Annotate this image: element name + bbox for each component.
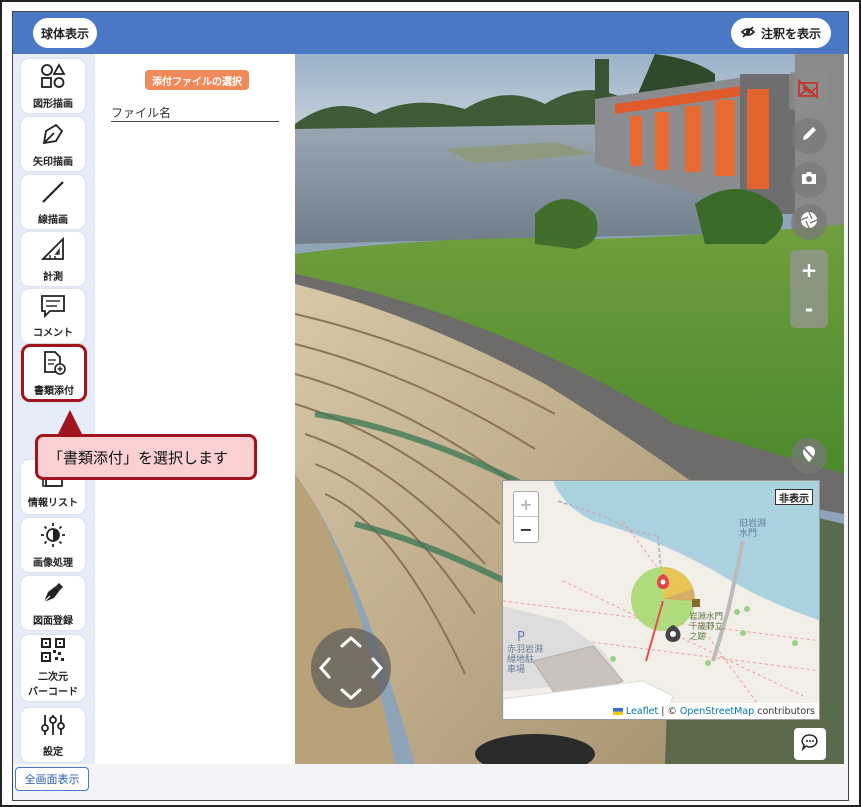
instruction-callout: 「書類添付」を選択します <box>35 434 257 480</box>
qr-code-icon <box>41 638 65 668</box>
viewer-zoom-control: + - <box>790 250 828 328</box>
parking-label: 赤羽岩淵 緑地駐 車場 <box>507 645 544 675</box>
edit-button[interactable] <box>791 118 827 154</box>
top-bar: 球体表示 注釈を表示 <box>13 12 848 54</box>
tool-label: 計測 <box>43 271 63 283</box>
select-attachment-button[interactable]: 添付ファイルの選択 <box>145 70 249 90</box>
tool-line-draw[interactable]: 線描画 <box>21 175 85 229</box>
show-annotations-label: 注釈を表示 <box>760 26 821 41</box>
aperture-icon <box>800 211 818 233</box>
tool-label: 線描画 <box>38 214 68 226</box>
tool-label: 図形描画 <box>33 98 73 110</box>
tool-drawing-register[interactable]: 図面登録 <box>21 576 85 630</box>
ukraine-flag-icon <box>612 707 623 715</box>
comment-icon <box>40 294 66 324</box>
chat-bubble-icon <box>801 733 819 755</box>
tool-label: 画像処理 <box>33 557 73 569</box>
minimap-hide-button[interactable]: 非表示 <box>775 489 813 505</box>
tool-measure[interactable]: 計測 <box>21 232 85 286</box>
aperture-button[interactable] <box>791 204 827 240</box>
tool-label-line1: 二次元 <box>38 672 68 683</box>
no-image-toggle[interactable] <box>789 72 827 110</box>
leaflet-link[interactable]: Leaflet <box>626 706 658 717</box>
fullscreen-button[interactable]: 全画面表示 <box>15 767 89 791</box>
mini-map[interactable]: + − 非表示 P 赤羽岩淵 緑地駐 車場 旧岩淵 水門 岩淵水門 千歳野立 之… <box>502 480 820 720</box>
app-container: 球体表示 注釈を表示 図形描画 矢印描画 線描画 計測 コメント 書類添付 情報… <box>12 11 849 801</box>
eye-slash-icon <box>740 25 756 41</box>
arrow-draw-icon <box>40 121 66 153</box>
parking-marker: P <box>517 630 525 645</box>
pen-nib-icon <box>40 580 66 612</box>
attribution-separator: | © <box>661 705 677 717</box>
tool-shape-draw[interactable]: 図形描画 <box>21 59 85 113</box>
bottom-bar: 全画面表示 <box>13 764 848 800</box>
tool-qr-code[interactable]: 二次元 バーコード <box>21 635 85 701</box>
ruler-icon <box>40 236 66 268</box>
map-pin-off-icon <box>801 445 817 467</box>
tool-label-line2: バーコード <box>28 687 78 698</box>
tool-label: 書類添付 <box>34 385 74 397</box>
show-annotations-button[interactable]: 注釈を表示 <box>731 18 831 48</box>
camera-button[interactable] <box>791 162 827 198</box>
canal-label: 旧岩淵 水門 <box>739 519 767 539</box>
minimap-zoom-out-button[interactable]: − <box>514 517 538 542</box>
brightness-icon <box>40 522 66 554</box>
instruction-text: 「書類添付」を選択します <box>48 448 229 467</box>
navigation-pad[interactable] <box>311 628 391 708</box>
tool-settings[interactable]: 設定 <box>21 708 85 762</box>
camera-icon <box>800 170 818 190</box>
file-name-field: ファイル名 <box>111 104 279 122</box>
pencil-icon <box>800 125 818 147</box>
viewer-zoom-in-button[interactable]: + <box>790 250 828 289</box>
attribution-contributors: contributors <box>757 705 815 717</box>
tool-label: 情報リスト <box>28 497 78 509</box>
tool-image-processing[interactable]: 画像処理 <box>21 518 85 572</box>
direction-arrows-icon <box>318 635 384 701</box>
shapes-icon <box>40 62 66 95</box>
viewer-zoom-out-button[interactable]: - <box>790 289 828 328</box>
document-attach-icon <box>41 350 67 382</box>
callout-pointer <box>57 410 83 436</box>
map-tiles <box>503 481 819 719</box>
tool-label: コメント <box>33 327 73 339</box>
tool-comment[interactable]: コメント <box>21 289 85 343</box>
tool-label: 図面登録 <box>33 615 73 627</box>
tool-arrow-draw[interactable]: 矢印描画 <box>21 117 85 171</box>
tool-label: 矢印描画 <box>33 156 73 168</box>
left-toolbar: 図形描画 矢印描画 線描画 計測 コメント 書類添付 情報リスト 画像処理 図面… <box>13 54 95 764</box>
minimap-zoom-control: + − <box>513 491 539 543</box>
comment-bubble-button[interactable] <box>794 728 826 760</box>
tool-label: 設定 <box>43 746 63 758</box>
attachment-panel: 添付ファイルの選択 ファイル名 <box>95 54 295 764</box>
window-frame: 球体表示 注釈を表示 図形描画 矢印描画 線描画 計測 コメント 書類添付 情報… <box>0 0 861 807</box>
location-off-button[interactable] <box>791 438 827 474</box>
line-draw-icon <box>40 179 66 211</box>
poi-label: 岩淵水門 千歳野立 之跡 <box>689 612 724 642</box>
osm-link[interactable]: OpenStreetMap <box>680 706 754 717</box>
image-off-icon <box>796 78 820 104</box>
map-attribution: Leaflet | © OpenStreetMap contributors <box>608 703 819 719</box>
tool-document-attach[interactable]: 書類添付 <box>21 344 87 402</box>
minimap-zoom-in-button[interactable]: + <box>514 492 538 517</box>
sphere-view-button[interactable]: 球体表示 <box>33 18 97 48</box>
settings-sliders-icon <box>40 713 66 743</box>
panorama-viewer[interactable]: + - + − 非表示 P 赤羽岩淵 緑地駐 車場 旧岩淵 水門 岩淵水門 千歳… <box>295 54 844 764</box>
